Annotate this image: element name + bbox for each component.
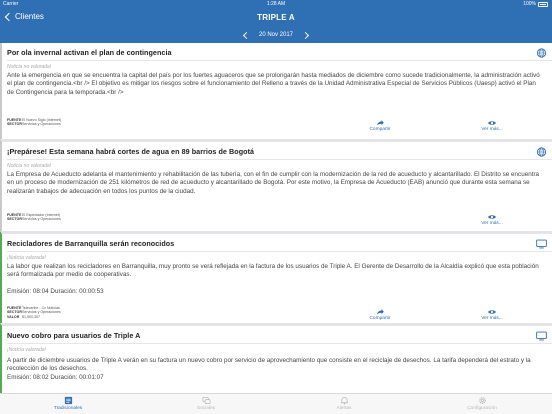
battery-percent: 100% bbox=[523, 1, 536, 7]
nav-bar: Clientes TRIPLE A bbox=[0, 9, 552, 28]
rating-notice: Noticia no valorada! bbox=[7, 64, 52, 70]
share-icon bbox=[377, 309, 384, 315]
news-body: La Empresa de Acueducto adelanta el mant… bbox=[7, 171, 540, 195]
news-title[interactable]: Nuevo cobro para usuarios de Triple A bbox=[7, 331, 140, 340]
tv-icon bbox=[536, 331, 547, 341]
tv-icon bbox=[536, 239, 547, 249]
status-time: 1:28 AM bbox=[266, 1, 286, 7]
share-button[interactable]: Compartir bbox=[360, 309, 400, 321]
eye-icon bbox=[488, 121, 496, 125]
news-body: La labor que realizan los recicladores e… bbox=[7, 263, 539, 279]
bell-icon bbox=[340, 396, 348, 405]
news-card[interactable]: ¡Prepárese! Esta semana habrá cortes de … bbox=[0, 139, 552, 231]
news-card[interactable]: Por ola invernal activan el plan de cont… bbox=[0, 43, 552, 139]
current-date: 20 Nov 2017 bbox=[258, 32, 294, 38]
tab-sociales[interactable]: Sociales bbox=[176, 396, 236, 411]
tab-bar: Tradicionales Sociales Alertas Configura… bbox=[0, 393, 552, 414]
rating-notice: ¡Noticia valorada! bbox=[7, 255, 46, 261]
see-more-button[interactable]: Ver más... bbox=[472, 120, 512, 132]
divider bbox=[7, 343, 552, 344]
page-title: TRIPLE A bbox=[257, 13, 295, 22]
globe-icon bbox=[536, 147, 547, 157]
gear-icon bbox=[478, 397, 486, 404]
rating-notice: Noticia no valorada! bbox=[7, 163, 52, 169]
news-body: A partir de diciembre usuarios de Triple… bbox=[7, 357, 531, 373]
news-body: Ante la emergencia en que se encuentra l… bbox=[7, 72, 540, 96]
emission-info: Emisión: 08:04 Duración: 00:00:53 bbox=[7, 288, 104, 295]
globe-icon bbox=[536, 48, 547, 58]
news-title[interactable]: ¡Prepárese! Esta semana habrá cortes de … bbox=[7, 147, 254, 156]
chat-icon bbox=[202, 396, 210, 405]
news-list[interactable]: Por ola invernal activan el plan de cont… bbox=[0, 43, 552, 393]
news-card[interactable]: Recicladores de Barranquilla serán recon… bbox=[0, 231, 552, 323]
tab-tradicionales[interactable]: Tradicionales bbox=[38, 396, 98, 411]
news-icon bbox=[64, 396, 72, 405]
battery-icon bbox=[538, 2, 548, 7]
tab-alertas[interactable]: Alertas bbox=[314, 396, 374, 411]
news-meta: FUENTEEl Nuevo Siglo (Internet) SECTORSe… bbox=[7, 118, 62, 127]
status-bar: Carrier 1:28 AM 100% bbox=[0, 0, 552, 9]
divider bbox=[7, 159, 552, 160]
share-icon bbox=[377, 120, 384, 126]
news-meta: FUENTEEl Espectador (Internet) SECTORSer… bbox=[7, 213, 61, 222]
news-meta: FUENTETelecaribe - Cv Noticias SECTORSer… bbox=[7, 306, 61, 319]
see-more-button[interactable]: Ver más... bbox=[472, 309, 512, 321]
tab-configuracion[interactable]: Configuración bbox=[452, 396, 512, 411]
emission-info: Emisión: 08:02 Duración: 00:01:07 bbox=[7, 374, 104, 381]
date-bar: 20 Nov 2017 bbox=[0, 28, 552, 43]
news-title[interactable]: Recicladores de Barranquilla serán recon… bbox=[7, 239, 174, 248]
divider bbox=[7, 251, 552, 252]
news-title[interactable]: Por ola invernal activan el plan de cont… bbox=[7, 48, 172, 57]
divider bbox=[7, 60, 552, 61]
see-more-button[interactable]: Ver más... bbox=[472, 214, 512, 226]
share-button[interactable]: Compartir bbox=[360, 120, 400, 132]
next-date-button[interactable] bbox=[303, 32, 310, 39]
rating-notice: ¡Noticia valorada! bbox=[7, 347, 46, 353]
news-card[interactable]: Nuevo cobro para usuarios de Triple A ¡N… bbox=[0, 323, 552, 393]
eye-icon bbox=[488, 215, 496, 219]
eye-icon bbox=[488, 310, 496, 314]
